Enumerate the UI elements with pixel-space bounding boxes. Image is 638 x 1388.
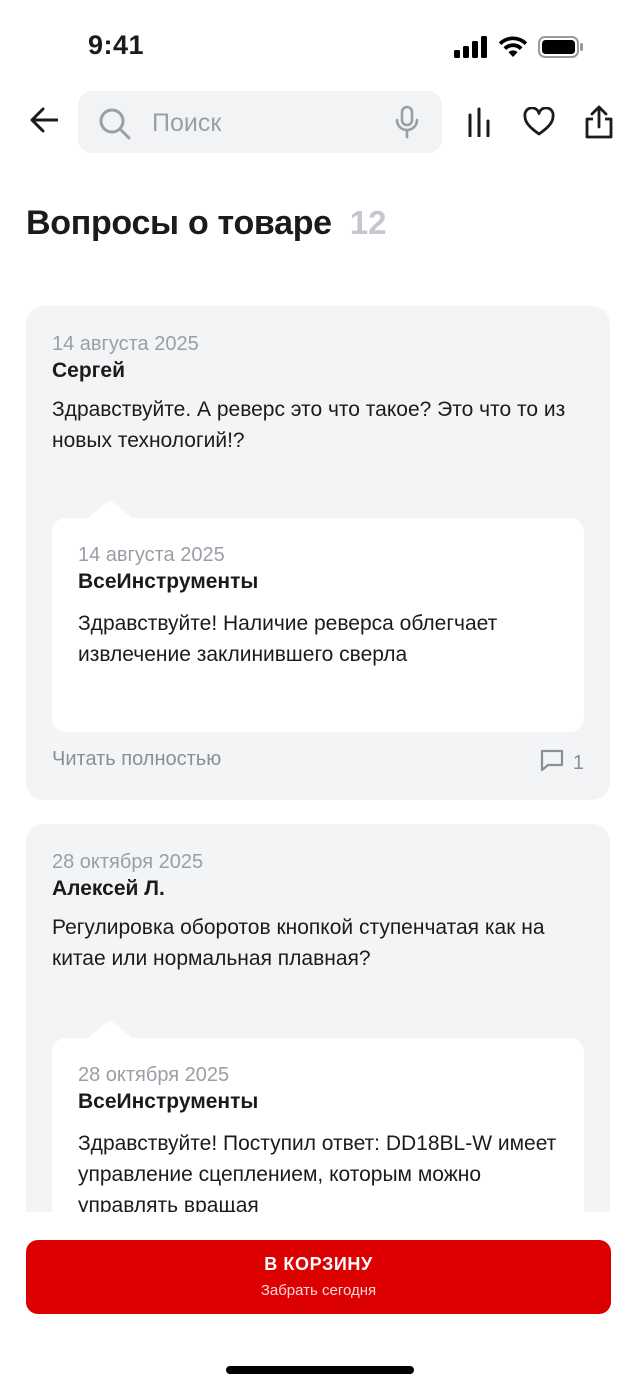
comments-count: 1 — [572, 751, 584, 774]
card-footer: Читать полностью 1 — [52, 748, 584, 778]
add-to-cart-button[interactable]: В КОРЗИНУ Забрать сегодня — [26, 1240, 611, 1314]
question-text: Регулировка оборотов кнопкой ступенчатая… — [52, 916, 545, 970]
answer-author: ВсеИнструменты — [78, 570, 259, 593]
answer-date: 28 октября 2025 — [78, 1064, 230, 1086]
top-nav: Поиск — [0, 90, 638, 154]
answer-text: Здравствуйте! Поступил ответ: DD18BL-W и… — [78, 1132, 557, 1212]
nav-actions — [460, 103, 618, 141]
question-date: 28 октября 2025 — [52, 851, 204, 873]
questions-count: 12 — [349, 204, 387, 241]
bottom-bar: В КОРЗИНУ Забрать сегодня — [0, 1212, 638, 1388]
page-title-text: Вопросы о товаре — [26, 204, 332, 242]
microphone-icon[interactable] — [394, 105, 420, 144]
question-card[interactable]: 28 октября 2025 Алексей Л. Регулировка о… — [26, 824, 610, 1212]
read-more-link[interactable]: Читать полностью — [52, 748, 221, 771]
question-date: 14 августа 2025 — [52, 333, 199, 355]
question-card[interactable]: 14 августа 2025 Сергей Здравствуйте. А р… — [26, 306, 610, 800]
search-placeholder: Поиск — [152, 109, 222, 137]
answer-date: 14 августа 2025 — [78, 544, 225, 566]
answer-block: 28 октября 2025 ВсеИнструменты Здравству… — [52, 1020, 584, 1212]
status-time: 9:41 — [88, 30, 145, 60]
signal-icon — [454, 36, 488, 63]
comment-icon — [539, 748, 565, 778]
home-indicator[interactable] — [226, 1366, 414, 1374]
question-text: Здравствуйте. А реверс это что такое? Эт… — [52, 398, 566, 452]
page-title: Вопросы о товаре 12 — [26, 204, 386, 243]
question-author: Алексей Л. — [52, 877, 165, 900]
wifi-icon — [498, 36, 528, 63]
status-icons — [454, 36, 584, 63]
share-icon[interactable] — [580, 103, 618, 141]
pickup-today-label: Забрать сегодня — [260, 1282, 377, 1299]
comments-button[interactable]: 1 — [539, 748, 584, 778]
question-author: Сергей — [52, 359, 126, 382]
heart-icon[interactable] — [520, 103, 558, 141]
search-input[interactable]: Поиск — [78, 91, 442, 153]
search-icon — [98, 107, 132, 146]
compare-icon[interactable] — [460, 103, 498, 141]
answer-text: Здравствуйте! Наличие реверса облегчает … — [78, 612, 498, 666]
arrow-left-icon — [30, 107, 59, 138]
add-to-cart-label: В КОРЗИНУ — [264, 1254, 373, 1274]
back-button[interactable] — [26, 104, 62, 140]
answer-block: 14 августа 2025 ВсеИнструменты Здравству… — [52, 500, 584, 732]
status-bar: 9:41 — [0, 0, 638, 92]
answer-author: ВсеИнструменты — [78, 1090, 259, 1113]
questions-list: 14 августа 2025 Сергей Здравствуйте. А р… — [0, 300, 638, 1212]
battery-icon — [538, 36, 584, 63]
